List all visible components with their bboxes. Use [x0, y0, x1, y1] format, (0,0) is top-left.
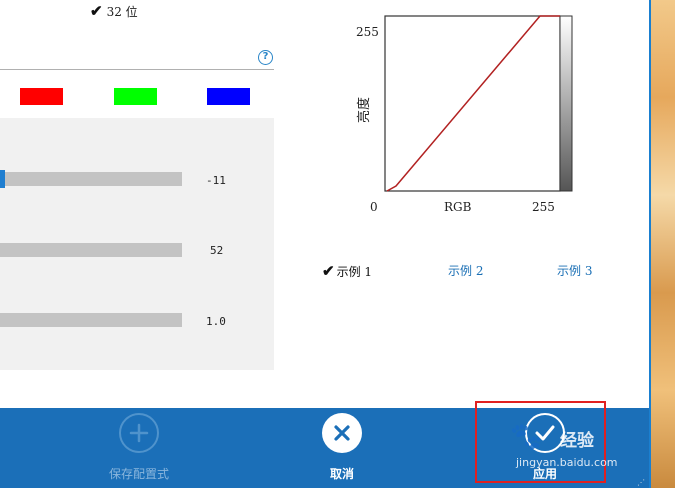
help-icon[interactable]: ?	[258, 50, 273, 65]
y-max-label: 255	[356, 25, 379, 39]
desktop-background	[651, 0, 675, 488]
x-min-label: 0	[370, 200, 378, 214]
annotation-highlight-box	[475, 401, 606, 483]
save-preset-button[interactable]: 保存配置式	[99, 408, 179, 482]
slider-track-1[interactable]	[0, 172, 182, 186]
cancel-button[interactable]: 取消	[302, 408, 382, 482]
x-max-label: 255	[532, 200, 555, 214]
check-icon: ✔	[322, 262, 335, 280]
save-preset-label: 保存配置式	[108, 467, 169, 481]
x-axis-label: RGB	[444, 200, 472, 214]
channel-green-button[interactable]	[114, 88, 157, 105]
display-color-panel: ✔ 32 位 ? -11 52 1.0 255 亮度 0 RGB 255 ✔ 示…	[0, 0, 649, 408]
sample-3-link[interactable]: 示例 3	[557, 262, 592, 279]
divider	[0, 69, 274, 70]
gray-gradient-bar	[559, 15, 573, 192]
check-icon: ✔	[90, 2, 103, 20]
slider-value-2: 52	[210, 244, 224, 257]
slider-value-1: -11	[206, 174, 226, 187]
close-icon	[322, 413, 362, 453]
cancel-label: 取消	[329, 467, 354, 481]
y-axis-label: 亮度	[356, 97, 372, 123]
sample-1-option[interactable]: ✔ 示例 1	[322, 262, 372, 280]
color-depth-option[interactable]: ✔ 32 位	[90, 2, 138, 20]
channel-blue-button[interactable]	[207, 88, 250, 105]
slider-value-3: 1.0	[206, 315, 226, 328]
slider-thumb-1[interactable]	[0, 170, 5, 188]
sample-1-label: 示例 1	[336, 264, 373, 279]
resize-grip-icon[interactable]: ⋰	[637, 478, 645, 487]
plus-icon	[119, 413, 159, 453]
sample-2-link[interactable]: 示例 2	[448, 262, 483, 279]
slider-track-3[interactable]	[0, 313, 182, 327]
channel-red-button[interactable]	[20, 88, 63, 105]
slider-track-2[interactable]	[0, 243, 182, 257]
brightness-curve-chart: 255 亮度 0 RGB 255	[356, 15, 573, 214]
color-depth-label: 32 位	[106, 4, 138, 19]
curve-plot-area	[384, 15, 561, 192]
